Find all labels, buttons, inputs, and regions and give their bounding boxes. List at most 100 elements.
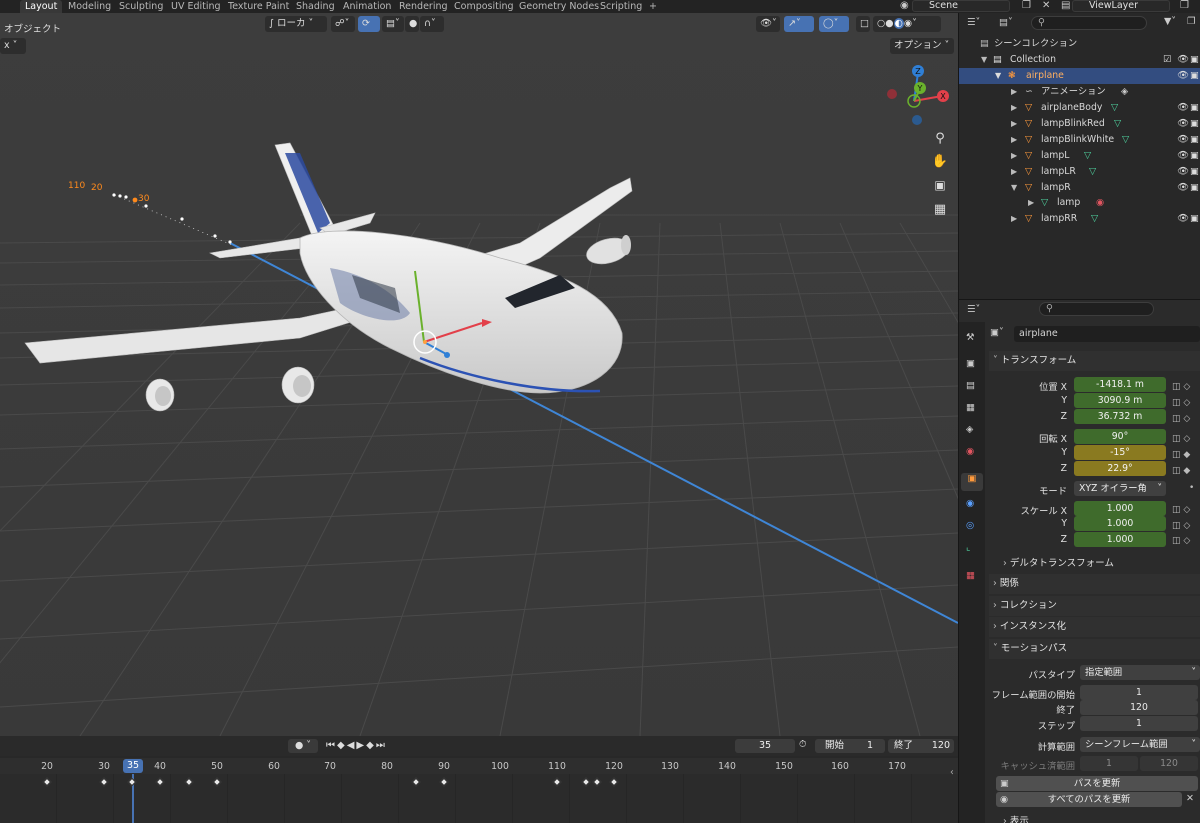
tab-uv-editing[interactable]: UV Editing <box>166 0 226 13</box>
world-tab-icon[interactable]: ◉ <box>966 446 974 457</box>
outliner-row-lampblinkred[interactable]: ▶ ▽ lampBlinkRed ▽ 👁 ▣ <box>959 116 1200 132</box>
object-name-field[interactable]: airplane <box>1014 326 1200 342</box>
tab-shading[interactable]: Shading <box>291 0 340 13</box>
delete-scene-icon[interactable]: ✕ <box>1042 1 1050 11</box>
tab-texture-paint[interactable]: Texture Paint <box>223 0 294 13</box>
object-type-icon[interactable]: ▣˅ <box>990 327 1004 338</box>
object-tab-icon[interactable]: ▣ <box>961 473 983 491</box>
collapse-arrow-icon[interactable]: ‹ <box>950 767 954 778</box>
update-all-paths-button[interactable]: ◉ すべてのパスを更新 <box>996 792 1182 807</box>
render-tab-icon[interactable]: ▣ <box>966 358 975 369</box>
transform-section-header[interactable]: ˅ トランスフォーム <box>989 351 1200 371</box>
snap-toggle[interactable]: ⟳ <box>358 16 380 32</box>
lock-keyframe-icons[interactable]: ◫ ◇ ◫ ◇ ◫ ◇ <box>1172 503 1200 550</box>
output-tab-icon[interactable]: ▤ <box>966 380 975 391</box>
tab-rendering[interactable]: Rendering <box>394 0 453 13</box>
outliner-row-collection[interactable]: ▼ ▤ Collection ☑ 👁 ▣ <box>959 52 1200 68</box>
display-mode-icon[interactable]: ▤˅ <box>999 17 1013 28</box>
tab-compositing[interactable]: Compositing <box>449 0 519 13</box>
expand-arrow-icon[interactable]: ▶ <box>1011 84 1017 100</box>
current-frame-field[interactable]: 35 <box>735 739 795 753</box>
options-menu[interactable]: オプション ˅ <box>890 38 954 54</box>
editor-type-icon[interactable]: ☰˅ <box>967 17 980 28</box>
view-layer-selector[interactable]: ViewLayer <box>1072 0 1170 12</box>
camera-icon[interactable]: ▣ <box>1190 116 1199 132</box>
scale-z-field[interactable]: 1.000 <box>1074 532 1166 547</box>
outliner-row-animation[interactable]: ▶ ∽ アニメーション ◈ <box>959 84 1200 100</box>
location-z-field[interactable]: 36.732 m <box>1074 409 1166 424</box>
outliner-row-lampblinkwhite[interactable]: ▶ ▽ lampBlinkWhite ▽ 👁 ▣ <box>959 132 1200 148</box>
tab-scripting[interactable]: Scripting <box>595 0 647 13</box>
expand-arrow-icon[interactable]: ▶ <box>1011 164 1017 180</box>
prev-keyframe-icon[interactable]: ◆ <box>337 740 347 751</box>
timeline-panel[interactable]: ● ˅ ⏮◆◀▶◆⏭ 35 ⏱ 開始 1 終了 120 20 30 40 50 60… <box>0 736 958 823</box>
display-subpanel[interactable]: › 表示 <box>1003 814 1029 823</box>
navigation-gizmo[interactable]: Z X Y <box>880 63 952 135</box>
scale-y-field[interactable]: 1.000 <box>1074 516 1166 531</box>
camera-icon[interactable]: ▣ <box>1190 180 1199 196</box>
editor-type-icon[interactable]: ☰˅ <box>967 304 980 315</box>
camera-icon[interactable]: ▣ <box>1190 148 1199 164</box>
play-icon[interactable]: ▶ <box>356 740 366 751</box>
expand-arrow-icon[interactable]: ▶ <box>1011 116 1017 132</box>
camera-icon[interactable]: ▣ <box>929 174 951 196</box>
camera-icon[interactable]: ▣ <box>1190 100 1199 116</box>
expand-arrow-icon[interactable]: ▼ <box>981 52 987 68</box>
camera-icon[interactable]: ▣ <box>1190 132 1199 148</box>
shading-buttons[interactable]: ○●◐◉˅ <box>873 16 941 32</box>
camera-icon[interactable]: ▣ <box>1190 164 1199 180</box>
expand-arrow-icon[interactable]: ▶ <box>1011 211 1017 227</box>
delta-transform-subpanel[interactable]: › デルタトランスフォーム <box>1003 556 1114 572</box>
relations-section-header[interactable]: › 関係 <box>989 574 1200 594</box>
outliner-search-input[interactable]: ⚲ <box>1031 16 1147 30</box>
proportional-edit-toggle[interactable]: ● <box>405 16 419 32</box>
step-field[interactable]: 1 <box>1080 716 1198 731</box>
properties-search-input[interactable]: ⚲ <box>1039 302 1154 316</box>
tab-sculpting[interactable]: Sculpting <box>114 0 168 13</box>
animate-dot-icon[interactable]: • <box>1189 483 1194 493</box>
eye-icon[interactable]: 👁 <box>1177 164 1189 180</box>
add-workspace-button[interactable]: + <box>644 0 662 13</box>
tool-tab-icon[interactable]: ⚒ <box>966 332 975 343</box>
expand-arrow-icon[interactable]: ▶ <box>1011 100 1017 116</box>
jump-end-icon[interactable]: ⏭ <box>376 740 387 751</box>
visibility-menu[interactable]: 👁˅ <box>756 16 780 32</box>
expand-arrow-icon[interactable]: ▶ <box>1011 132 1017 148</box>
auto-key-button[interactable]: ● ˅ <box>288 739 318 753</box>
motion-paths-section-header[interactable]: ˅ モーションパス <box>989 639 1200 659</box>
eye-icon[interactable]: 👁 <box>1177 148 1189 164</box>
modifier-tab-icon[interactable]: ◉ <box>966 498 974 509</box>
frame-end-field[interactable]: 120 <box>1080 700 1198 715</box>
physics-tab-icon[interactable]: ◎ <box>966 520 974 531</box>
tab-modeling[interactable]: Modeling <box>63 0 116 13</box>
clear-paths-icon[interactable]: ✕ <box>1186 793 1194 804</box>
falloff-menu[interactable]: ∩˅ <box>420 16 444 32</box>
checkbox-icon[interactable]: ☑ <box>1163 52 1171 68</box>
lock-keyframe-icons[interactable]: ◫ ◇ ◫ ◆ ◫ ◆ <box>1172 431 1200 479</box>
outliner-row-lamplr[interactable]: ▶ ▽ lampLR ▽ 👁 ▣ <box>959 164 1200 180</box>
start-frame-field[interactable]: 開始 1 <box>815 739 885 753</box>
xray-toggle[interactable]: □ <box>856 16 870 32</box>
jump-start-icon[interactable]: ⏮ <box>326 740 337 751</box>
playhead-frame-indicator[interactable]: 35 <box>123 759 143 773</box>
eye-icon[interactable]: 👁 <box>1177 100 1189 116</box>
camera-icon[interactable]: ▣ <box>1190 211 1199 227</box>
expand-arrow-icon[interactable]: ▼ <box>1011 180 1017 196</box>
eye-icon[interactable]: 👁 <box>1177 68 1189 84</box>
view-layer-tab-icon[interactable]: ▦ <box>966 402 975 413</box>
eye-icon[interactable]: 👁 <box>1177 52 1189 68</box>
new-collection-icon[interactable]: ❐ <box>1187 16 1196 27</box>
rotation-z-field[interactable]: 22.9° <box>1074 461 1166 476</box>
lock-keyframe-icons[interactable]: ◫ ◇ ◫ ◇ ◫ ◇ <box>1172 379 1200 427</box>
overlay-toggle[interactable]: ◯˅ <box>819 16 849 32</box>
zoom-icon[interactable]: ⚲ <box>929 127 951 149</box>
eye-icon[interactable]: 👁 <box>1177 180 1189 196</box>
ortho-grid-icon[interactable]: ▦ <box>929 198 951 220</box>
transform-pivot-menu[interactable]: x ˅ <box>0 38 26 54</box>
stopwatch-icon[interactable]: ⏱ <box>799 739 806 750</box>
filter-icon[interactable]: ▼˅ <box>1164 16 1176 27</box>
eye-icon[interactable]: 👁 <box>1177 116 1189 132</box>
frame-ruler[interactable] <box>0 758 958 774</box>
next-keyframe-icon[interactable]: ◆ <box>366 740 376 751</box>
outliner-row-lamp[interactable]: ▶ ▽ lamp ◉ <box>959 195 1200 211</box>
